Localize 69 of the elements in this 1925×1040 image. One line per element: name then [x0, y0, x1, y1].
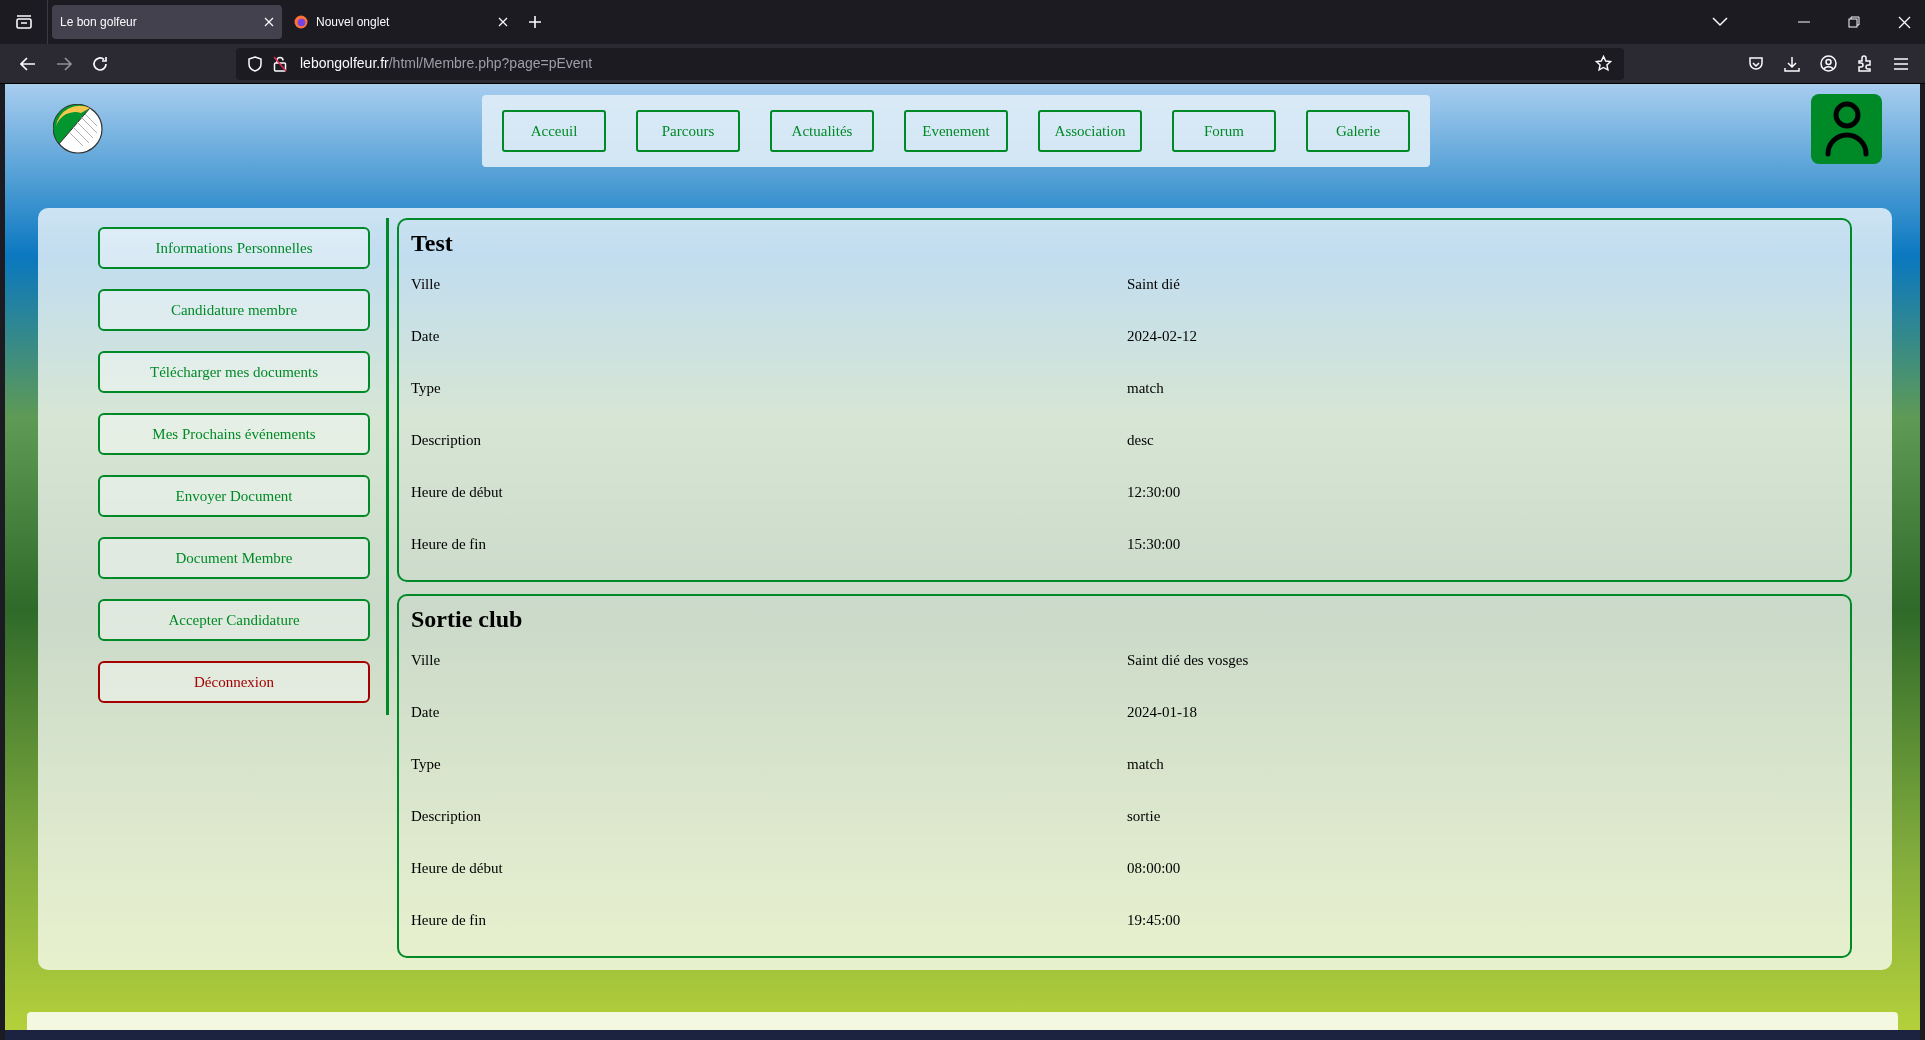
close-icon[interactable]: [1898, 15, 1911, 29]
nav-button[interactable]: Parcours: [636, 110, 740, 152]
field-value: 2024-02-12: [1127, 326, 1197, 346]
browser-tab[interactable]: Le bon golfeur: [52, 5, 282, 39]
field-value: match: [1127, 754, 1164, 774]
close-tab-icon[interactable]: [498, 17, 508, 27]
field-label: Heure de fin: [411, 534, 487, 554]
insecure-lock-icon: [273, 55, 287, 72]
pocket-icon[interactable]: [1748, 55, 1764, 72]
browser-logo-icon: [294, 15, 308, 29]
browser-tab[interactable]: Nouvel onglet: [286, 5, 516, 39]
event-title: Sortie club: [411, 605, 524, 634]
field-value: Saint dié: [1127, 274, 1180, 294]
field-label: Heure de fin: [411, 910, 487, 930]
sidebar-button[interactable]: Document Membre: [98, 537, 370, 579]
field-value: Saint dié des vosges: [1127, 650, 1249, 670]
field-label: Description: [411, 806, 482, 826]
field-label: Ville: [411, 274, 442, 294]
sidebar-button[interactable]: Télécharger mes documents: [98, 351, 370, 393]
nav-button[interactable]: Actualités: [770, 110, 874, 152]
field-value: desc: [1127, 430, 1154, 450]
address-bar[interactable]: lebongolfeur.fr/html/Membre.php?page=pEvent: [236, 47, 1624, 80]
field-label: Type: [411, 754, 442, 774]
nav-button[interactable]: Evenement: [904, 110, 1008, 152]
field-value: 19:45:00: [1127, 910, 1181, 930]
tab-list-icon[interactable]: [14, 14, 33, 30]
new-tab-icon[interactable]: [528, 15, 542, 29]
nav-button[interactable]: Association: [1038, 110, 1142, 152]
person-icon: [1824, 101, 1869, 157]
tab-title: Le bon golfeur: [60, 14, 138, 31]
sidebar-button[interactable]: Envoyer Document: [98, 475, 370, 517]
menu-icon[interactable]: [1893, 56, 1909, 71]
tab-title: Nouvel onglet: [316, 14, 391, 31]
nav-button[interactable]: Galerie: [1306, 110, 1410, 152]
account-icon[interactable]: [1820, 55, 1837, 72]
field-value: match: [1127, 378, 1164, 398]
golf-ball-logo[interactable]: [53, 104, 103, 154]
nav-button[interactable]: Acceuil: [502, 110, 606, 152]
field-label: Ville: [411, 650, 442, 670]
url-text: lebongolfeur.fr/html/Membre.php?page=pEvent: [300, 54, 593, 73]
close-tab-icon[interactable]: [264, 17, 274, 27]
sidebar-button[interactable]: Mes Prochains événements: [98, 413, 370, 455]
download-icon[interactable]: [1784, 55, 1800, 72]
event-title: Test: [411, 229, 454, 258]
field-value: 12:30:00: [1127, 482, 1181, 502]
chevron-down-icon[interactable]: [1712, 17, 1728, 27]
field-value: sortie: [1127, 806, 1161, 826]
field-label: Type: [411, 378, 442, 398]
field-value: 2024-01-18: [1127, 702, 1197, 722]
reload-icon[interactable]: [92, 55, 108, 72]
puzzle-icon[interactable]: [1857, 55, 1873, 72]
shield-icon: [248, 55, 262, 72]
star-icon[interactable]: [1595, 55, 1612, 72]
nav-button[interactable]: Forum: [1172, 110, 1276, 152]
field-label: Heure de début: [411, 858, 504, 878]
field-label: Description: [411, 430, 482, 450]
field-label: Date: [411, 702, 441, 722]
sidebar-button[interactable]: Accepter Candidature: [98, 599, 370, 641]
forward-arrow-icon[interactable]: [56, 56, 72, 71]
sidebar-button[interactable]: Candidature membre: [98, 289, 370, 331]
restore-icon[interactable]: [1848, 16, 1860, 28]
field-label: Date: [411, 326, 441, 346]
sidebar-button[interactable]: Informations Personnelles: [98, 227, 370, 269]
back-arrow-icon[interactable]: [20, 56, 36, 71]
sidebar-button[interactable]: Déconnexion: [98, 661, 370, 703]
field-value: 15:30:00: [1127, 534, 1181, 554]
field-value: 08:00:00: [1127, 858, 1181, 878]
profile-button[interactable]: [1811, 94, 1882, 164]
field-label: Heure de début: [411, 482, 504, 502]
